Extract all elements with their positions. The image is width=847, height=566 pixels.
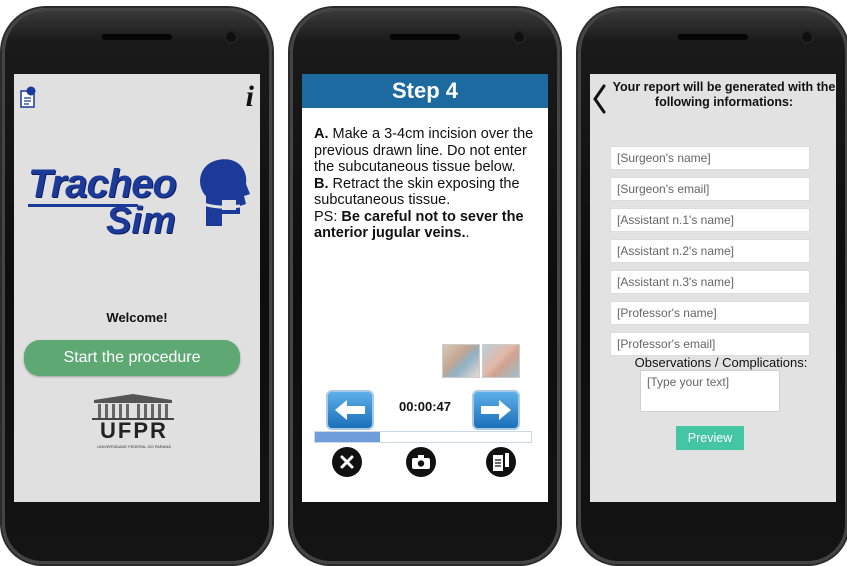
previous-step-button[interactable]	[326, 390, 374, 430]
report-icon[interactable]	[20, 86, 38, 108]
start-procedure-button[interactable]: Start the procedure	[24, 340, 240, 376]
assistant-3-name-field[interactable]: [Assistant n.3's name]	[610, 270, 810, 294]
ufpr-fullname: UNIVERSIDADE FEDERAL DO PARANÁ	[97, 444, 171, 449]
head-profile-icon	[197, 159, 250, 226]
assistant-2-name-field[interactable]: [Assistant n.2's name]	[610, 239, 810, 263]
phone-frame-step: Step 4 A. Make a 3-4cm incision over the…	[290, 8, 560, 564]
progress-fill	[315, 432, 380, 442]
info-icon[interactable]: i	[246, 80, 254, 114]
surgeon-email-field[interactable]: [Surgeon's email]	[610, 177, 810, 201]
next-step-button[interactable]	[472, 390, 520, 430]
instruction-b-text: Retract the skin exposing the subcutaneo…	[314, 175, 520, 209]
surgeon-name-field[interactable]: [Surgeon's name]	[610, 146, 810, 170]
notes-icon	[493, 453, 509, 471]
step-title: Step 4	[302, 74, 548, 108]
professor-name-field[interactable]: [Professor's name]	[610, 301, 810, 325]
speaker-grille	[678, 34, 748, 40]
welcome-text: Welcome!	[106, 310, 168, 325]
camera-icon	[412, 455, 430, 469]
logo-word-2: Sim	[106, 200, 176, 242]
assistant-1-name-field[interactable]: [Assistant n.1's name]	[610, 208, 810, 232]
tracheosim-logo: Tracheo Sim	[24, 156, 252, 246]
front-camera	[226, 32, 236, 42]
speaker-grille	[390, 34, 460, 40]
step-instructions: A. Make a 3-4cm incision over the previo…	[314, 126, 538, 242]
professor-email-field[interactable]: [Professor's email]	[610, 332, 810, 356]
welcome-screen: i Tracheo Sim Welcome! Start the procedu…	[14, 74, 260, 502]
ps-warning: Be careful not to sever the anterior jug…	[314, 208, 524, 242]
instruction-a-text: Make a 3-4cm incision over the previous …	[314, 126, 534, 175]
phone-frame-report: Your report will be generated with the f…	[578, 8, 847, 564]
back-arrow-icon	[335, 400, 365, 420]
ufpr-logo: UFPR UNIVERSIDADE FEDERAL DO PARANÁ	[84, 394, 184, 454]
observations-textarea[interactable]: [Type your text]	[640, 370, 780, 412]
notes-button[interactable]	[486, 447, 516, 477]
report-screen: Your report will be generated with the f…	[590, 74, 836, 502]
close-procedure-button[interactable]	[332, 447, 362, 477]
close-icon	[340, 455, 354, 469]
speaker-grille	[102, 34, 172, 40]
instruction-a-label: A.	[314, 126, 329, 142]
ufpr-wordmark: UFPR	[100, 418, 168, 443]
instruction-b-label: B.	[314, 175, 329, 192]
university-building-icon	[92, 394, 174, 420]
step-image-thumbnail-2[interactable]	[482, 344, 520, 378]
ps-tail: .	[465, 225, 470, 241]
report-title: Your report will be generated with the f…	[612, 80, 836, 109]
camera-button[interactable]	[406, 447, 436, 477]
step-screen: Step 4 A. Make a 3-4cm incision over the…	[302, 74, 548, 502]
step-thumbnails	[442, 344, 522, 378]
front-camera	[514, 32, 524, 42]
step-image-thumbnail-1[interactable]	[442, 344, 480, 378]
procedure-timer: 00:00:47	[398, 399, 452, 414]
front-camera	[802, 32, 812, 42]
forward-arrow-icon	[481, 400, 511, 420]
step-progress-bar	[314, 431, 532, 443]
back-chevron-icon[interactable]	[592, 84, 606, 114]
ps-label: PS:	[314, 208, 342, 225]
preview-button[interactable]: Preview	[676, 426, 744, 450]
observations-label: Observations / Complications:	[634, 355, 808, 370]
phone-frame-welcome: i Tracheo Sim Welcome! Start the procedu…	[2, 8, 272, 564]
